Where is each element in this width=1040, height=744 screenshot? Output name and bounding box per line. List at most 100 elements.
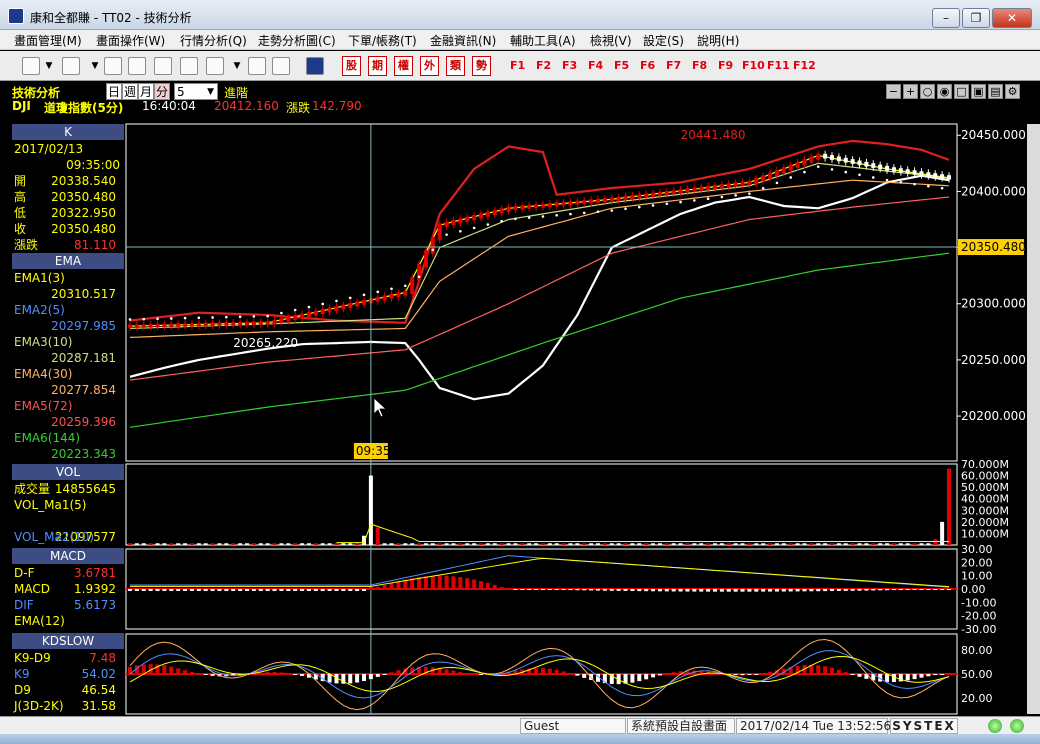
candle [362, 299, 366, 305]
volume-bar [527, 543, 532, 545]
volume-bar [320, 543, 325, 545]
macd-panel: MACD D-F 3.6781 MACD 1.9392 DIF 5.6173 EMA(12) [12, 548, 124, 628]
volume-bar [733, 543, 738, 545]
candle [699, 186, 704, 191]
kd-histogram-bar [830, 667, 834, 674]
candle [444, 221, 449, 227]
ema-panel-title: EMA [12, 253, 124, 269]
kd-panel: KDSLOW K9-D9 7.48 K9 54.02 D9 46.54 J(3D-2K) 31… [12, 633, 124, 715]
k-time: 09:35:00 [66, 158, 120, 172]
vertical-scrollbar[interactable] [1027, 124, 1040, 714]
macd-histogram-bar [320, 589, 325, 591]
volume-bar [169, 543, 174, 545]
candle [768, 172, 773, 179]
kd-histogram-bar [189, 672, 194, 674]
candle [898, 168, 903, 173]
macd-histogram-bar [479, 581, 483, 589]
macd-histogram-bar [850, 589, 855, 591]
candle [706, 185, 711, 190]
kd-histogram-bar [582, 674, 587, 678]
kd-histogram-bar [933, 674, 938, 676]
macd-row-label: EMA(12) [14, 614, 65, 628]
macd-histogram-bar [451, 576, 456, 589]
sar-dot [706, 197, 710, 201]
sar-dot [582, 211, 586, 215]
macd-histogram-bar [238, 589, 243, 591]
macd-histogram-bar [823, 589, 828, 592]
macd-histogram-bar [231, 589, 236, 591]
macd-histogram-bar [362, 589, 366, 591]
volume-bar [761, 543, 766, 545]
crosshair-time-label: 09:35 [356, 444, 391, 458]
candle [341, 304, 346, 310]
kd-axis-tick-label: 20.00 [961, 692, 993, 705]
sar-dot [252, 315, 256, 318]
macd-axis-tick-label: -20.00 [961, 610, 996, 623]
volume-bar [671, 543, 676, 545]
macd-histogram-bar [554, 589, 559, 590]
candle [162, 323, 167, 328]
sar-dot [679, 200, 682, 204]
volume-bar [306, 543, 311, 545]
connection-status-icon [988, 719, 1002, 733]
sar-dot [830, 168, 834, 171]
candle [293, 315, 298, 320]
low-annotation: 20265.220 [233, 336, 298, 350]
chart-area[interactable]: 20450.00020400.00020350.00020300.0002025… [0, 0, 1040, 716]
macd-histogram-bar [245, 589, 249, 591]
candle [327, 307, 332, 313]
candle [238, 321, 243, 326]
candle [623, 195, 628, 201]
k-row-label: 漲跌 [14, 238, 39, 252]
macd-histogram-bar [644, 589, 649, 592]
volume-bar [141, 543, 146, 545]
macd-histogram-bar [609, 589, 614, 591]
macd-histogram-bar [203, 589, 208, 591]
candle [609, 197, 614, 202]
kd-histogram-bar [348, 674, 353, 684]
kd-histogram-bar [905, 674, 910, 681]
volume-bar [602, 543, 607, 545]
volume-bar [547, 543, 552, 545]
macd-histogram-bar [809, 589, 814, 592]
macd-histogram-bar [602, 589, 607, 591]
volume-bar [258, 543, 263, 545]
candle [547, 202, 552, 207]
macd-histogram-bar [286, 589, 291, 591]
candle [272, 319, 277, 325]
kd-histogram-bar [637, 674, 642, 682]
sar-dot [816, 165, 820, 168]
macd-histogram-bar [933, 589, 938, 590]
macd-histogram-bar [561, 589, 566, 591]
volume-axis-tick-label: 10.000M [961, 527, 1009, 540]
candle [155, 323, 160, 328]
ema-row-label: EMA3(10) [14, 335, 73, 349]
candle [602, 198, 607, 203]
macd-histogram-bar [155, 589, 160, 591]
volume-plot-frame [125, 463, 958, 546]
ema-row-label: EMA1(3) [14, 271, 65, 285]
macd-histogram-bar [472, 579, 477, 589]
macd-row-label: D-F [14, 566, 35, 580]
candle [189, 322, 194, 327]
candle [740, 181, 745, 186]
volume-bar [802, 543, 807, 545]
k-row-label: 收 [14, 222, 27, 236]
sar-dot [885, 178, 889, 182]
candle [183, 323, 188, 327]
price-axis-tick-label: 20400.000 [961, 184, 1026, 198]
macd-histogram-bar [733, 589, 738, 592]
volume-bar [382, 543, 387, 545]
server-status-icon [1010, 719, 1024, 733]
volume-bar [568, 543, 573, 545]
macd-histogram-bar [313, 589, 318, 591]
candle [231, 321, 236, 326]
status-brand: SYSTEX [890, 718, 958, 734]
macd-histogram-bar [540, 589, 545, 590]
macd-histogram-bar [699, 589, 704, 592]
macd-histogram-bar [912, 589, 917, 590]
volume-bar [189, 543, 194, 545]
candle [664, 190, 669, 196]
macd-histogram-bar [355, 589, 360, 591]
sar-dot [225, 315, 228, 319]
